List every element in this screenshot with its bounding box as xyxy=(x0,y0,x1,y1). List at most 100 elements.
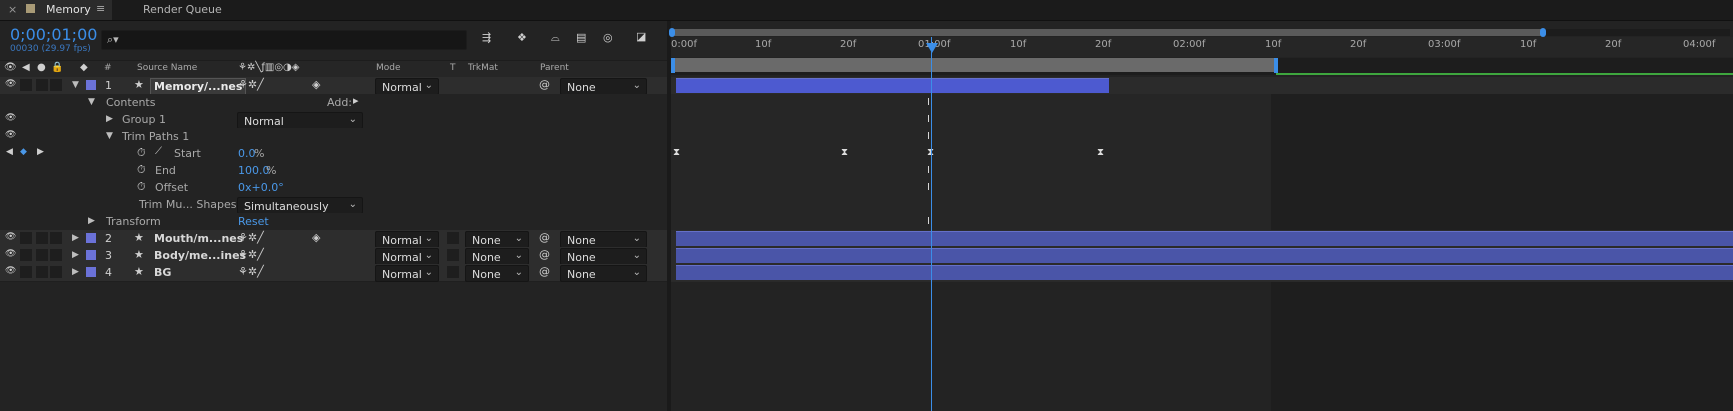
current-time-display[interactable]: 0;00;01;00 xyxy=(10,27,97,43)
expand-triangle-icon[interactable]: ▼ xyxy=(106,132,113,141)
preserve-transparency-toggle[interactable] xyxy=(447,266,459,278)
collapse-triangle-icon[interactable]: ▶ xyxy=(72,251,79,260)
offset-property-row[interactable]: ⏱ Offset 0x+0.0° xyxy=(0,179,667,197)
eye-icon[interactable]: 👁 xyxy=(5,80,16,89)
start-property-row[interactable]: ◀ ◆ ▶ ⏱ ⟋ Start 0.0 % xyxy=(0,145,667,163)
offset-value[interactable]: 0x+0.0° xyxy=(238,182,284,193)
layer-2-duration-bar[interactable] xyxy=(676,231,1733,246)
graph-icon[interactable]: ⟋ xyxy=(155,147,162,157)
trkmat-dropdown[interactable]: None ⌄ xyxy=(465,231,529,248)
layer-search-input[interactable]: ⌕▾ xyxy=(101,30,467,50)
next-keyframe-icon[interactable]: ▶ xyxy=(37,148,44,157)
collapse-triangle-icon[interactable]: ▶ xyxy=(88,217,95,226)
stopwatch-icon[interactable]: ⏱ xyxy=(137,181,146,192)
trim-multiple-shapes-dropdown[interactable]: Simultaneously ⌄ xyxy=(237,197,363,214)
add-menu-icon[interactable]: ▸ xyxy=(353,95,359,106)
parent-dropdown[interactable]: None ⌄ xyxy=(560,248,647,265)
start-value[interactable]: 0.0 xyxy=(238,148,256,159)
eye-icon[interactable]: 👁 xyxy=(5,131,16,140)
audio-toggle[interactable] xyxy=(20,232,32,244)
label-color-swatch[interactable] xyxy=(86,250,96,260)
solo-toggle[interactable] xyxy=(36,79,48,91)
eye-icon[interactable]: 👁 xyxy=(5,250,16,259)
add-keyframe-icon[interactable]: ◆ xyxy=(20,148,27,157)
parent-dropdown[interactable]: None ⌄ xyxy=(560,265,647,282)
work-area-bar[interactable] xyxy=(673,58,1276,72)
label-color-swatch[interactable] xyxy=(86,267,96,277)
tab-render-queue[interactable]: Render Queue xyxy=(143,4,222,15)
solo-switch-icon[interactable]: ● xyxy=(37,63,46,73)
audio-switch-icon[interactable]: ◀ xyxy=(22,63,30,73)
frame-blending-icon[interactable]: ▤ xyxy=(576,32,586,43)
time-ruler[interactable]: 0:00f 10f 20f 01:00f 10f 20f 02:00f 10f … xyxy=(671,37,1733,57)
column-source-name[interactable]: Source Name xyxy=(137,64,197,73)
collapse-triangle-icon[interactable]: ▶ xyxy=(72,268,79,277)
audio-toggle[interactable] xyxy=(20,266,32,278)
tab-memory[interactable]: × Memory ≡ xyxy=(0,0,112,20)
eye-icon[interactable]: 👁 xyxy=(5,267,16,276)
layer-name[interactable]: Memory/...nes xyxy=(150,78,247,95)
switches-icons[interactable]: ⚘✲╱ xyxy=(238,79,264,90)
pick-whip-icon[interactable]: @ xyxy=(539,79,550,90)
motion-blur-icon[interactable]: ◎ xyxy=(603,32,613,43)
layer-row-3[interactable]: 👁 ▶ 3 ★ Body/me...ines ⚘✲╱ Normal ⌄ None ⌄… xyxy=(0,247,667,265)
layer-name[interactable]: Body/me...ines xyxy=(154,250,246,261)
layer-4-duration-bar[interactable] xyxy=(676,265,1733,280)
panel-menu-icon[interactable]: ≡ xyxy=(96,3,105,14)
layer-row-4[interactable]: 👁 ▶ 4 ★ BG ⚘✲╱ Normal ⌄ None ⌄ @ None ⌄ xyxy=(0,264,667,282)
lock-toggle[interactable] xyxy=(50,232,62,244)
close-icon[interactable]: × xyxy=(8,4,17,15)
transform-row[interactable]: ▶ Transform Reset xyxy=(0,213,667,231)
expand-triangle-icon[interactable]: ▼ xyxy=(88,98,95,107)
label-tag-icon[interactable]: ◆ xyxy=(80,63,88,73)
layer-name[interactable]: BG xyxy=(154,267,171,278)
eye-icon[interactable]: 👁 xyxy=(5,233,16,242)
graph-editor-icon[interactable]: ◪ xyxy=(636,31,646,42)
preserve-transparency-toggle[interactable] xyxy=(447,249,459,261)
layer-1-duration-bar[interactable] xyxy=(676,78,1109,93)
layer-3-duration-bar[interactable] xyxy=(676,248,1733,263)
layer-row-1[interactable]: 👁 ▼ 1 ★ Memory/...nes ⚘✲╱ ◈ Normal ⌄ @ No… xyxy=(0,77,667,95)
mode-dropdown[interactable]: Normal ⌄ xyxy=(375,78,439,95)
switches-icons[interactable]: ⚘✲╱ xyxy=(238,249,264,260)
work-area-start-handle[interactable] xyxy=(671,58,675,73)
playhead-handle-icon[interactable] xyxy=(926,43,938,53)
stopwatch-icon[interactable]: ⏱ xyxy=(137,147,146,158)
solo-toggle[interactable] xyxy=(36,249,48,261)
preserve-transparency-toggle[interactable] xyxy=(447,232,459,244)
pick-whip-icon[interactable]: @ xyxy=(539,266,550,277)
collapse-transform-icon[interactable]: ◈ xyxy=(312,232,320,243)
mode-dropdown[interactable]: Normal ⌄ xyxy=(375,231,439,248)
trim-paths-row[interactable]: 👁 ▼ Trim Paths 1 xyxy=(0,128,667,146)
prev-keyframe-icon[interactable]: ◀ xyxy=(6,148,13,157)
collapse-triangle-icon[interactable]: ▶ xyxy=(106,115,113,124)
solo-toggle[interactable] xyxy=(36,232,48,244)
eye-icon[interactable]: 👁 xyxy=(5,114,16,123)
end-property-row[interactable]: ⏱ End 100.0 % xyxy=(0,162,667,180)
group-1-row[interactable]: 👁 ▶ Group 1 Normal ⌄ xyxy=(0,111,667,129)
time-navigator-bar[interactable] xyxy=(673,29,1543,36)
work-area-end-handle[interactable] xyxy=(1274,58,1278,73)
mode-dropdown[interactable]: Normal ⌄ xyxy=(375,248,439,265)
lock-toggle[interactable] xyxy=(50,79,62,91)
layer-name[interactable]: Mouth/m...nes xyxy=(154,233,243,244)
switches-icons[interactable]: ⚘✲╱ xyxy=(238,266,264,277)
lock-toggle[interactable] xyxy=(50,249,62,261)
comp-mini-flowchart-icon[interactable]: ⇶ xyxy=(482,32,491,43)
lock-switch-icon[interactable]: 🔒 xyxy=(51,63,63,73)
trkmat-dropdown[interactable]: None ⌄ xyxy=(465,248,529,265)
mode-dropdown[interactable]: Normal ⌄ xyxy=(375,265,439,282)
keyframe-icon[interactable]: ⧗ xyxy=(841,148,848,158)
playhead-line[interactable] xyxy=(931,37,932,411)
label-color-swatch[interactable] xyxy=(86,80,96,90)
pick-whip-icon[interactable]: @ xyxy=(539,232,550,243)
end-value[interactable]: 100.0 xyxy=(238,165,270,176)
video-switch-icon[interactable]: 👁 xyxy=(4,63,17,73)
audio-toggle[interactable] xyxy=(20,79,32,91)
layer-row-2[interactable]: 👁 ▶ 2 ★ Mouth/m...nes ⚘✲╱ ◈ Normal ⌄ None… xyxy=(0,230,667,248)
shy-layers-icon[interactable]: ⌓ xyxy=(551,32,560,43)
navigator-end-handle[interactable] xyxy=(1540,28,1546,37)
audio-toggle[interactable] xyxy=(20,249,32,261)
parent-dropdown[interactable]: None ⌄ xyxy=(560,78,647,95)
stopwatch-icon[interactable]: ⏱ xyxy=(137,164,146,175)
